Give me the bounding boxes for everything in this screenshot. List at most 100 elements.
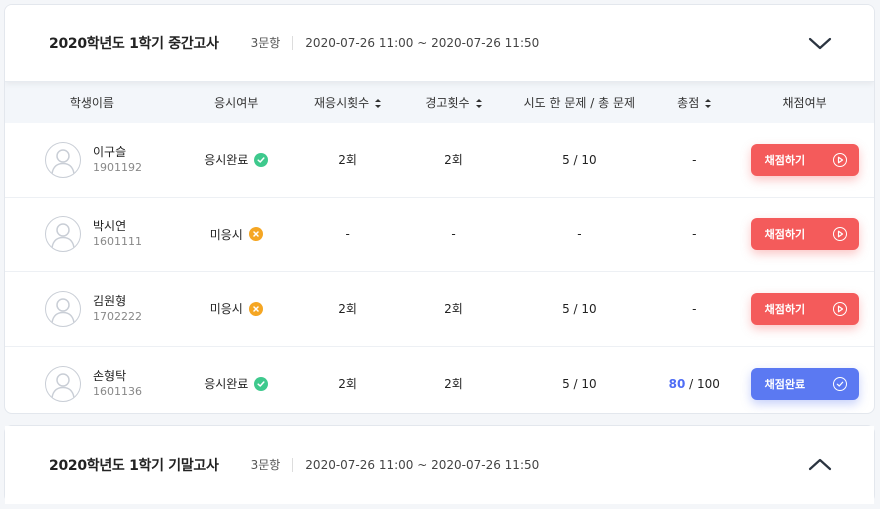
grade-button[interactable]: 채점하기 [750,143,859,176]
table-row: 박시연 1601111 미응시 - - - - 채점하기 [5,198,874,272]
table-row: 이구슬 1901192 응시완료 2회 2회 5 / 10 - 채점하기 [5,123,874,198]
attempted-cell: 5 / 10 [562,301,597,316]
score-value: - [692,227,697,242]
col-header-total-label: 총점 [677,96,700,110]
exam-title: 2020학년도 1학기 기말고사 [49,458,219,474]
student-cell: 김원형 1702222 [5,290,179,327]
student-info: 박시연 1601111 [93,218,142,250]
col-header-retakes-label: 재응시횟수 [314,96,370,110]
table-row: 손형탁 1601136 응시완료 2회 2회 5 / 10 80 / 100 채… [5,347,874,414]
play-circle-icon [832,152,847,167]
score-value: 80 [668,376,686,391]
retakes-cell: 2회 [338,377,357,392]
grade-button-label: 채점하기 [764,302,806,316]
col-header-warnings-label: 경고횟수 [425,96,470,110]
user-placeholder-icon [45,141,81,178]
student-name: 손형탁 [93,368,127,383]
grade-button-label: 채점하기 [764,153,806,167]
status-cell: 응시완료 [179,151,294,168]
status-cell: 미응시 [179,226,294,243]
sort-icon[interactable] [375,99,382,108]
exam-title: 2020학년도 1학기 중간고사 [49,36,219,52]
check-circle-outline-icon [832,376,847,391]
status-label: 응시완료 [204,153,249,168]
graded-button[interactable]: 채점완료 [750,367,859,400]
col-header-warnings[interactable]: 경고횟수 [402,94,506,111]
grading-cell: 채점완료 [735,367,874,400]
status-badge: 응시완료 [204,151,269,168]
graded-button-label: 채점완료 [764,377,806,391]
col-header-grading: 채점여부 [782,96,827,110]
score-value: - [692,301,697,316]
exam-header[interactable]: 2020학년도 1학기 기말고사 3문항 2020-07-26 11:00 ~ … [5,426,874,504]
status-cell: 응시완료 [179,375,294,392]
grade-button-label: 채점하기 [764,228,806,242]
exam-date-range: 2020-07-26 11:00 ~ 2020-07-26 11:50 [305,458,540,472]
question-count: 3문항 [251,458,294,472]
score-cell: - [653,153,735,167]
student-name: 박시연 [93,219,127,234]
x-circle-icon [248,227,263,242]
student-id: 1601136 [93,384,142,398]
grade-button[interactable]: 채점하기 [750,292,859,325]
status-badge: 응시완료 [204,375,269,392]
retakes-cell: 2회 [338,153,357,168]
play-circle-icon [832,227,847,242]
grading-cell: 채점하기 [735,143,874,176]
table-row: 김원형 1702222 미응시 2회 2회 5 / 10 - 채점하기 [5,272,874,347]
exam-date-range: 2020-07-26 11:00 ~ 2020-07-26 11:50 [305,36,540,50]
student-info: 손형탁 1601136 [93,368,142,400]
score-max: / 100 [685,376,720,391]
sort-icon[interactable] [475,99,482,108]
retakes-cell: - [345,227,350,242]
student-id: 1702222 [93,309,142,323]
warnings-cell: 2회 [444,377,463,392]
warnings-cell: 2회 [444,302,463,317]
exam-card-midterm: 2020학년도 1학기 중간고사 3문항 2020-07-26 11:00 ~ … [4,4,875,414]
col-header-total[interactable]: 총점 [653,94,735,111]
student-cell: 이구슬 1901192 [5,141,179,178]
user-placeholder-icon [45,365,81,402]
attempted-cell: 5 / 10 [562,376,597,391]
retakes-cell: 2회 [338,302,357,317]
chevron-down-icon[interactable] [806,33,834,53]
score-cell: - [653,227,735,241]
status-cell: 미응시 [179,300,294,317]
col-header-name: 학생이름 [69,96,114,110]
warnings-cell: - [451,227,456,242]
grade-button[interactable]: 채점하기 [750,218,859,251]
student-name: 김원형 [93,293,127,308]
student-name: 이구슬 [93,144,127,159]
question-count: 3문항 [251,36,294,50]
student-id: 1901192 [93,160,142,174]
col-header-attempted: 시도 한 문제 / 총 문제 [523,96,636,110]
student-info: 이구슬 1901192 [93,144,142,176]
score-value: - [692,152,697,167]
table-header: 학생이름 응시여부 재응시횟수 경고횟수 시도 한 문제 / 총 문제 총점 채… [5,82,874,123]
check-circle-icon [254,376,269,391]
grading-cell: 채점하기 [735,218,874,251]
status-label: 미응시 [209,227,243,242]
student-id: 1601111 [93,235,142,249]
score-cell: 80 / 100 [653,377,735,391]
attempted-cell: - [577,227,582,242]
x-circle-icon [248,301,263,316]
chevron-up-icon[interactable] [806,455,834,475]
student-cell: 박시연 1601111 [5,216,179,253]
exam-card-final: 2020학년도 1학기 기말고사 3문항 2020-07-26 11:00 ~ … [4,425,875,504]
attempted-cell: 5 / 10 [562,152,597,167]
student-cell: 손형탁 1601136 [5,365,179,402]
user-placeholder-icon [45,290,81,327]
col-header-retakes[interactable]: 재응시횟수 [294,94,402,111]
play-circle-icon [832,301,847,316]
col-header-status: 응시여부 [214,96,259,110]
status-label: 응시완료 [204,377,249,392]
check-circle-icon [254,152,269,167]
exam-header[interactable]: 2020학년도 1학기 중간고사 3문항 2020-07-26 11:00 ~ … [5,5,874,82]
status-badge: 미응시 [210,300,263,317]
status-badge: 미응시 [210,226,263,243]
status-label: 미응시 [209,302,243,317]
user-placeholder-icon [45,216,81,253]
score-cell: - [653,302,735,316]
sort-icon[interactable] [705,99,712,108]
